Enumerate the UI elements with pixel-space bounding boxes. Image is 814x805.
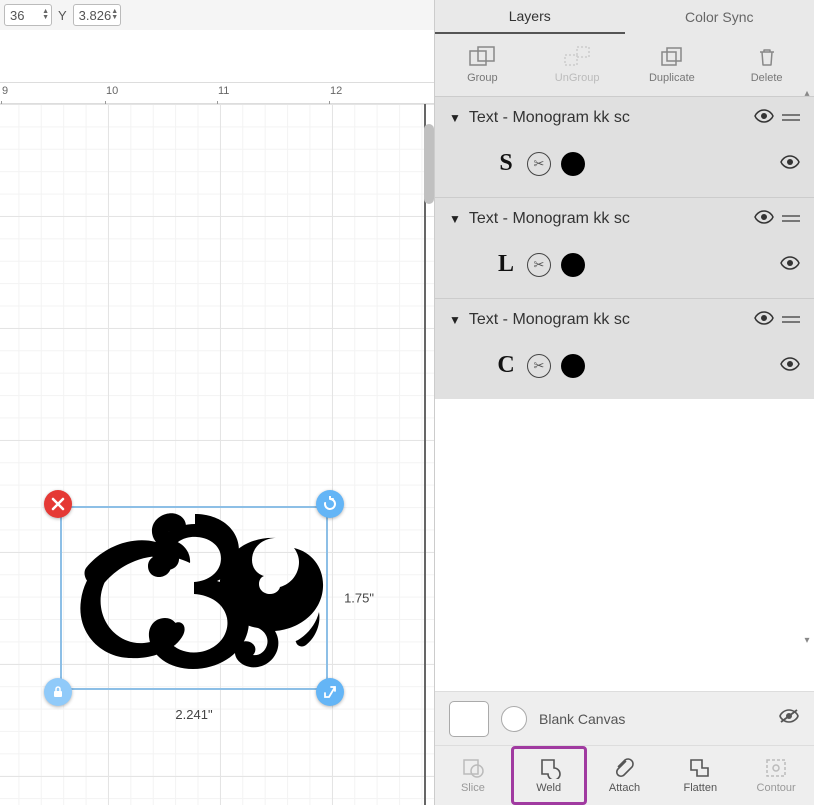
selection-height-label: 1.75" — [344, 591, 374, 606]
ruler-tick: 10 — [106, 85, 118, 97]
ruler-tick: 12 — [330, 85, 342, 97]
chevron-down-icon[interactable]: ▼ — [449, 212, 461, 226]
close-icon — [51, 497, 65, 511]
layers-list: ▼ Text - Monogram kk sc S ✂ ▼ Te — [435, 96, 814, 399]
canvas-info-row: Blank Canvas — [435, 691, 814, 745]
layer-group[interactable]: ▼ Text - Monogram kk sc C ✂ — [435, 298, 814, 399]
top-properties-bar: 36 ▲▼ Y 3.826 ▲▼ — [0, 0, 434, 30]
panel-tabs: Layers Color Sync — [435, 0, 814, 34]
bottom-operations-row: Slice Weld Attach Flatten Contour — [435, 745, 814, 805]
layer-color-swatch[interactable] — [561, 152, 585, 176]
cut-linetype-icon[interactable]: ✂ — [527, 354, 551, 378]
delete-button[interactable]: Delete — [719, 34, 814, 96]
stepper-icon[interactable]: ▲▼ — [111, 9, 118, 21]
visibility-toggle[interactable] — [754, 208, 774, 229]
ruler-tick: 11 — [218, 85, 229, 97]
group-icon — [469, 46, 495, 68]
tab-layers[interactable]: Layers — [435, 0, 625, 34]
eye-icon — [780, 357, 800, 371]
ruler-tick: 9 — [2, 85, 8, 97]
visibility-toggle[interactable] — [780, 153, 800, 174]
eye-icon — [780, 155, 800, 169]
design-canvas[interactable]: 2.241" 1.75" — [0, 104, 434, 805]
selection-bounding-box[interactable]: 2.241" 1.75" — [60, 506, 328, 690]
eye-icon — [754, 109, 774, 123]
selection-width-label: 2.241" — [175, 707, 212, 722]
drag-handle-icon[interactable] — [782, 114, 800, 121]
duplicate-button[interactable]: Duplicate — [625, 34, 720, 96]
layer-glyph: S — [495, 150, 517, 177]
contour-button[interactable]: Contour — [738, 746, 814, 805]
visibility-toggle[interactable] — [780, 355, 800, 376]
eye-icon — [754, 210, 774, 224]
value-2: 3.826 — [79, 8, 112, 23]
trash-icon — [756, 46, 778, 68]
visibility-hidden-icon[interactable] — [778, 708, 800, 729]
resize-icon — [323, 685, 337, 699]
ungroup-button[interactable]: UnGroup — [530, 34, 625, 96]
selection-lock-handle[interactable] — [44, 678, 72, 706]
duplicate-icon — [659, 46, 685, 68]
layer-group[interactable]: ▼ Text - Monogram kk sc L ✂ — [435, 197, 814, 298]
layer-glyph: C — [495, 352, 517, 379]
chevron-down-icon[interactable]: ▼ — [449, 313, 461, 327]
cut-linetype-icon[interactable]: ✂ — [527, 152, 551, 176]
value-input-1[interactable]: 36 ▲▼ — [4, 4, 52, 26]
canvas-scrollbar-thumb[interactable] — [424, 124, 434, 204]
flatten-icon — [688, 757, 712, 779]
visibility-toggle[interactable] — [754, 107, 774, 128]
layer-title: Text - Monogram kk sc — [469, 109, 746, 127]
drag-handle-icon[interactable] — [782, 215, 800, 222]
drag-handle-icon[interactable] — [782, 316, 800, 323]
scroll-down-icon[interactable]: ▾ — [802, 635, 812, 645]
panel-scrollbar[interactable]: ▴ ▾ — [802, 100, 812, 633]
material-swatch-square[interactable] — [449, 701, 489, 737]
attach-icon — [612, 757, 636, 779]
selection-delete-handle[interactable] — [44, 490, 72, 518]
horizontal-ruler: 9 10 11 12 — [0, 82, 434, 104]
weld-icon — [537, 757, 561, 779]
slice-button[interactable]: Slice — [435, 746, 511, 805]
layer-color-swatch[interactable] — [561, 253, 585, 277]
layer-glyph: L — [495, 251, 517, 278]
layers-empty-area — [435, 399, 814, 691]
contour-icon — [764, 757, 788, 779]
cut-linetype-icon[interactable]: ✂ — [527, 253, 551, 277]
layer-item[interactable]: C ✂ — [435, 340, 814, 399]
layer-color-swatch[interactable] — [561, 354, 585, 378]
visibility-toggle[interactable] — [754, 309, 774, 330]
stepper-icon[interactable]: ▲▼ — [42, 9, 49, 21]
y-label: Y — [58, 8, 67, 23]
scroll-up-icon[interactable]: ▴ — [802, 88, 812, 98]
layer-title: Text - Monogram kk sc — [469, 311, 746, 329]
attach-button[interactable]: Attach — [587, 746, 663, 805]
rotate-icon — [322, 496, 338, 512]
group-button[interactable]: Group — [435, 34, 530, 96]
ungroup-icon — [564, 46, 590, 68]
weld-button[interactable]: Weld — [511, 746, 587, 805]
selection-scale-handle[interactable] — [316, 678, 344, 706]
layer-title: Text - Monogram kk sc — [469, 210, 746, 228]
eye-icon — [754, 311, 774, 325]
material-swatch-circle[interactable] — [501, 706, 527, 732]
layers-panel: Layers Color Sync Group UnGroup Duplicat… — [434, 0, 814, 805]
value-input-2[interactable]: 3.826 ▲▼ — [73, 4, 121, 26]
value-1: 36 — [10, 8, 24, 23]
flatten-button[interactable]: Flatten — [662, 746, 738, 805]
layer-item[interactable]: L ✂ — [435, 239, 814, 298]
slice-icon — [461, 757, 485, 779]
visibility-toggle[interactable] — [780, 254, 800, 275]
layer-group[interactable]: ▼ Text - Monogram kk sc S ✂ — [435, 96, 814, 197]
layer-item[interactable]: S ✂ — [435, 138, 814, 197]
panel-action-row: Group UnGroup Duplicate Delete — [435, 34, 814, 96]
canvas-edge — [424, 104, 426, 805]
selection-rotate-handle[interactable] — [316, 490, 344, 518]
tab-color-sync[interactable]: Color Sync — [625, 0, 814, 34]
eye-icon — [780, 256, 800, 270]
canvas-name: Blank Canvas — [539, 711, 766, 727]
chevron-down-icon[interactable]: ▼ — [449, 111, 461, 125]
lock-icon — [51, 685, 65, 699]
